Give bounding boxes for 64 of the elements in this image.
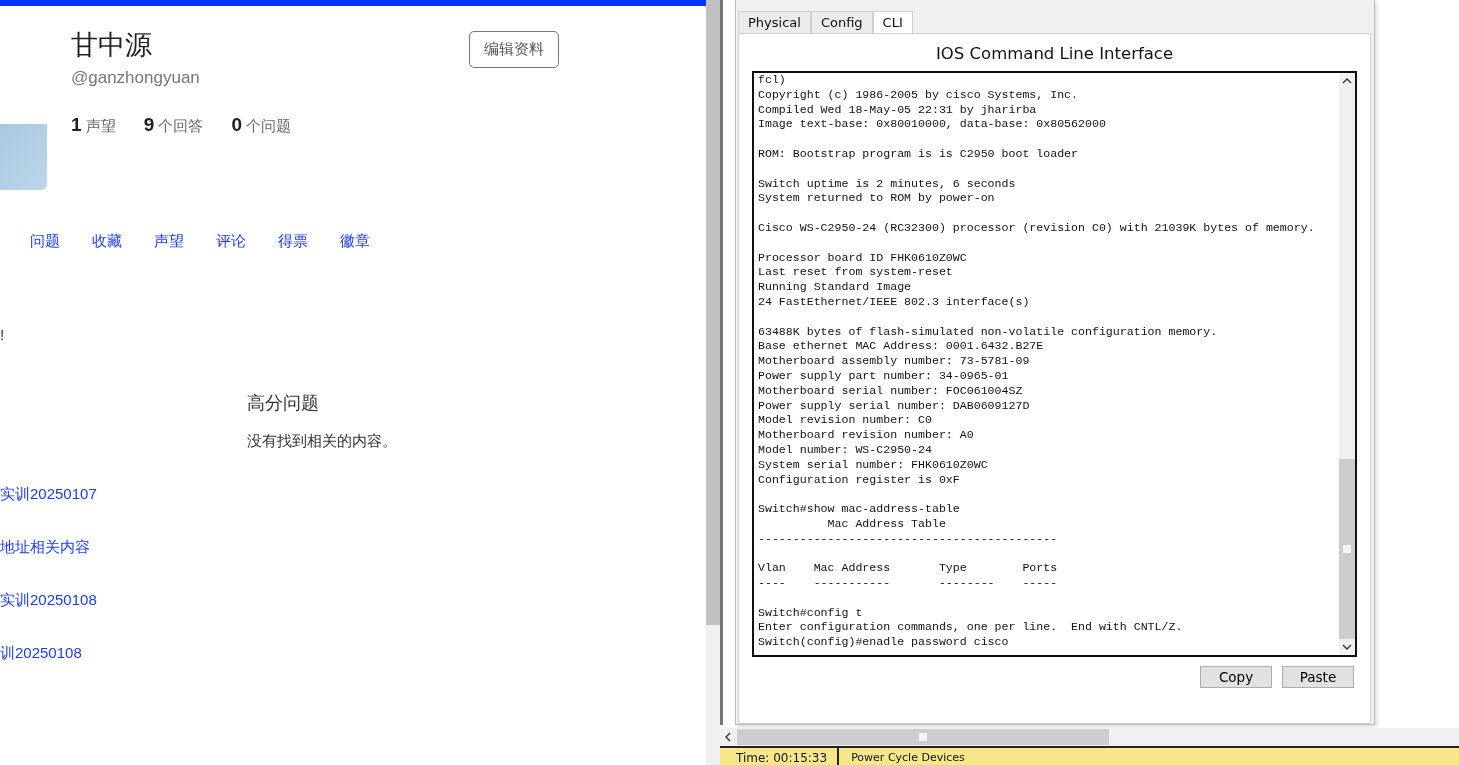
time-display: Time: 00:15:33 [720, 748, 840, 765]
avatar-placeholder [0, 124, 47, 190]
terminal-line: Power supply serial number: DAB0609127D [758, 398, 1031, 414]
terminal-line: 63488K bytes of flash-simulated non-volatile configuration memory. [758, 324, 1219, 340]
terminal-line: ROM: Bootstrap program is is C2950 boot loader [758, 147, 1080, 162]
edit-profile-button[interactable]: 编辑资料 [469, 31, 559, 68]
terminal-line: Enter configuration commands, one per line. End with CNTL/Z. [758, 620, 1184, 636]
question-link[interactable]: 实训20250107 [0, 484, 97, 504]
horizontal-scrollbar[interactable] [720, 728, 1459, 746]
profile-tab[interactable]: 声望 [154, 232, 184, 251]
terminal-line: Copyright (c) 1986-2005 by cisco Systems, Inc. [758, 87, 1080, 103]
terminal-line: Switch#show mac-address-table [758, 502, 961, 517]
terminal-line: ---- ----------- -------- ----- [758, 576, 1059, 591]
empty-message: 没有找到相关的内容。 [247, 432, 398, 451]
terminal-button[interactable]: Paste [1282, 666, 1354, 688]
terminal-line: Switch uptime is 2 minutes, 6 seconds [758, 176, 1017, 192]
profile-tab[interactable]: 收藏 [92, 232, 122, 251]
device-tab[interactable]: Physical [738, 11, 811, 33]
profile-tab[interactable]: 评论 [216, 232, 246, 251]
question-link[interactable]: 地址相关内容 [0, 537, 90, 557]
grip-icon[interactable] [919, 733, 927, 741]
terminal-line: Cisco WS-C2950-24 (RC32300) processor (revision C0) with 21039K bytes of memory. [758, 220, 1316, 236]
terminal-line: Image text-base: 0x80010000, data-base: 0x80562000 [758, 117, 1107, 133]
terminal-line: Model number: WS-C2950-24 [758, 442, 933, 458]
profile-stat: 1 声望 [71, 114, 116, 136]
terminal-scrollbar[interactable] [1339, 73, 1355, 655]
profile-stat: 0 个问题 [231, 114, 292, 136]
question-link[interactable]: 实训20250108 [0, 590, 97, 610]
question-link[interactable]: 训20250108 [0, 643, 82, 663]
terminal-line: fcl) [758, 73, 787, 88]
grip-icon[interactable] [1343, 545, 1351, 553]
profile-tab[interactable]: 得票 [278, 232, 308, 251]
terminal-line: Base ethernet MAC Address: 0001.6432.B27E [758, 339, 1045, 355]
terminal-line: Vlan Mac Address Type Ports [758, 561, 1059, 577]
terminal-line: Switch(config)#enadle password cisco [758, 635, 1010, 651]
terminal-button[interactable]: Copy [1200, 666, 1272, 688]
terminal-line: Mac Address Table [826, 516, 947, 532]
profile-stat: 9 个回答 [143, 114, 204, 136]
device-tab[interactable]: Config [810, 11, 873, 33]
terminal-line: ------------------------------------------- [758, 531, 1059, 547]
profile-handle: @ganzhongyuan [71, 68, 201, 88]
terminal-line: System returned to ROM by power-on [758, 191, 996, 207]
terminal-line: Motherboard assembly number: 73-5781-09 [758, 354, 1031, 369]
terminal-line: Last reset from system-reset [758, 265, 954, 281]
terminal-line: Motherboard serial number: FOC061004SZ [758, 383, 1024, 399]
terminal-line: System serial number: FHK0610Z0WC [758, 457, 989, 473]
profile-tab[interactable]: 徽章 [340, 232, 370, 251]
cli-title: IOS Command Line Interface [935, 44, 1174, 65]
terminal-line: Power supply part number: 34-0965-01 [758, 368, 1010, 384]
terminal-line: Switch#config t [758, 605, 864, 621]
terminal-line: Compiled Wed 18-May-05 22:31 by jharirba [758, 102, 1038, 118]
terminal-line: Model revision number: C0 [758, 413, 933, 429]
profile-name: 甘中源 [71, 29, 153, 62]
terminal-line: Processor board ID FHK0610Z0WC [758, 250, 968, 266]
terminal-line: 24 FastEthernet/IEEE 802.3 interface(s) [758, 294, 1031, 310]
terminal-line: Running Standard Image [758, 280, 913, 295]
terminal-line: Motherboard revision number: A0 [758, 428, 975, 443]
terminal-line: Configuration register is 0xF [758, 472, 961, 488]
page-scrollbar[interactable] [706, 0, 720, 765]
power-cycle-link[interactable]: Power Cycle Devices [839, 748, 965, 764]
profile-tab[interactable]: 问题 [30, 232, 60, 251]
text-fragment: ! [0, 326, 6, 343]
terminal[interactable] [752, 71, 1357, 657]
section-title: 高分问题 [247, 392, 320, 415]
